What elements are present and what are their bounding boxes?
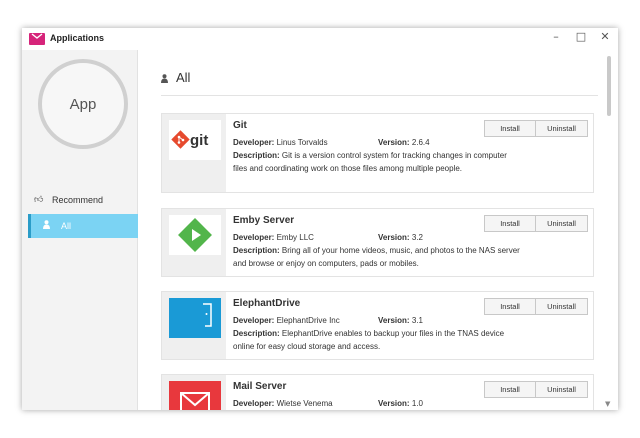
- app-logo-icon: [29, 33, 45, 45]
- uninstall-button[interactable]: Uninstall: [536, 298, 588, 315]
- main-content: All ▼ git Git Developer: Linus Torvalds …: [139, 50, 618, 410]
- action-buttons: Install Uninstall: [484, 298, 588, 315]
- card-body: Emby Server Developer: Emby LLC Version:…: [233, 215, 523, 270]
- version-label: Version:: [378, 138, 410, 147]
- sidebar-item-recommend[interactable]: 👍︎ Recommend: [28, 188, 138, 212]
- avatar: App: [38, 59, 128, 149]
- app-name: ElephantDrive: [233, 298, 301, 309]
- install-button[interactable]: Install: [484, 298, 536, 315]
- meta-row: Developer: Emby LLC Version: 3.2: [233, 232, 523, 244]
- description-label: Description:: [233, 151, 280, 160]
- card-body: Mail Server Developer: Wietse Venema Ver…: [233, 381, 523, 410]
- meta-row: Developer: ElephantDrive Inc Version: 3.…: [233, 315, 523, 327]
- uninstall-button[interactable]: Uninstall: [536, 215, 588, 232]
- version-label: Version:: [378, 399, 410, 408]
- action-buttons: Install Uninstall: [484, 381, 588, 398]
- version-label: Version:: [378, 233, 410, 242]
- description-label: Description:: [233, 246, 280, 255]
- page-title: All: [176, 70, 191, 85]
- scroll-down-arrow-icon[interactable]: ▼: [605, 400, 610, 408]
- developer-label: Developer:: [233, 399, 275, 408]
- app-name: Git: [233, 120, 247, 131]
- developer-value: Linus Torvalds: [276, 138, 328, 147]
- avatar-text: App: [69, 95, 97, 113]
- version-value: 3.2: [411, 233, 423, 242]
- sidebar-item-label: Recommend: [52, 195, 104, 205]
- app-card-elephantdrive: ElephantDrive Developer: ElephantDrive I…: [161, 291, 594, 360]
- action-buttons: Install Uninstall: [484, 120, 588, 137]
- uninstall-button[interactable]: Uninstall: [536, 120, 588, 137]
- developer-value: Wietse Venema: [276, 399, 333, 408]
- title-bar: Applications – □ ✕: [22, 28, 618, 50]
- logo-box: git: [162, 114, 226, 192]
- window-title: Applications: [50, 33, 105, 43]
- git-logo-text: git: [190, 132, 208, 149]
- app-name: Emby Server: [233, 215, 295, 226]
- maximize-button[interactable]: □: [572, 30, 590, 44]
- app-name: Mail Server: [233, 381, 287, 392]
- sidebar: App 👍︎ Recommend All: [22, 50, 138, 410]
- close-button[interactable]: ✕: [596, 30, 614, 44]
- version-value: 1.0: [411, 399, 423, 408]
- logo-box: [162, 292, 226, 359]
- person-icon: [43, 220, 57, 232]
- install-button[interactable]: Install: [484, 215, 536, 232]
- meta-row: Developer: Wietse Venema Version: 1.0: [233, 398, 523, 410]
- action-buttons: Install Uninstall: [484, 215, 588, 232]
- version-value: 2.6.4: [411, 138, 430, 147]
- meta-row: Developer: Linus Torvalds Version: 2.6.4: [233, 137, 523, 149]
- description: Description: Bring all of your home vide…: [233, 244, 523, 270]
- version-value: 3.1: [411, 316, 423, 325]
- developer-label: Developer:: [233, 233, 275, 242]
- thumbs-up-icon: 👍︎: [34, 195, 44, 205]
- app-card-mail-server: Mail Server Developer: Wietse Venema Ver…: [161, 374, 594, 410]
- developer-value: Emby LLC: [276, 233, 314, 242]
- developer-value: ElephantDrive Inc: [276, 316, 340, 325]
- card-body: ElephantDrive Developer: ElephantDrive I…: [233, 298, 523, 353]
- developer-label: Developer:: [233, 316, 275, 325]
- applications-window: Applications – □ ✕ App 👍︎ Recommend All …: [22, 28, 618, 410]
- sidebar-item-all[interactable]: All: [28, 214, 138, 238]
- logo-box: [162, 375, 226, 410]
- minimize-button[interactable]: –: [547, 30, 565, 44]
- card-body: Git Developer: Linus Torvalds Version: 2…: [233, 120, 523, 175]
- sidebar-item-label: All: [61, 221, 72, 231]
- description-label: Description:: [233, 329, 280, 338]
- description: Description: ElephantDrive enables to ba…: [233, 327, 523, 353]
- elephantdrive-logo-icon: [169, 298, 221, 338]
- page-header: All: [161, 70, 598, 96]
- scrollbar-thumb[interactable]: [607, 56, 611, 116]
- developer-label: Developer:: [233, 138, 275, 147]
- install-button[interactable]: Install: [484, 120, 536, 137]
- version-label: Version:: [378, 316, 410, 325]
- person-icon: [161, 74, 168, 86]
- uninstall-button[interactable]: Uninstall: [536, 381, 588, 398]
- git-logo-icon: git: [169, 120, 221, 160]
- emby-logo-icon: [169, 215, 221, 255]
- description: Description: Git is a version control sy…: [233, 149, 523, 175]
- logo-box: [162, 209, 226, 276]
- app-card-git: git Git Developer: Linus Torvalds Versio…: [161, 113, 594, 193]
- mail-logo-icon: [169, 381, 221, 410]
- install-button[interactable]: Install: [484, 381, 536, 398]
- app-card-emby-server: Emby Server Developer: Emby LLC Version:…: [161, 208, 594, 277]
